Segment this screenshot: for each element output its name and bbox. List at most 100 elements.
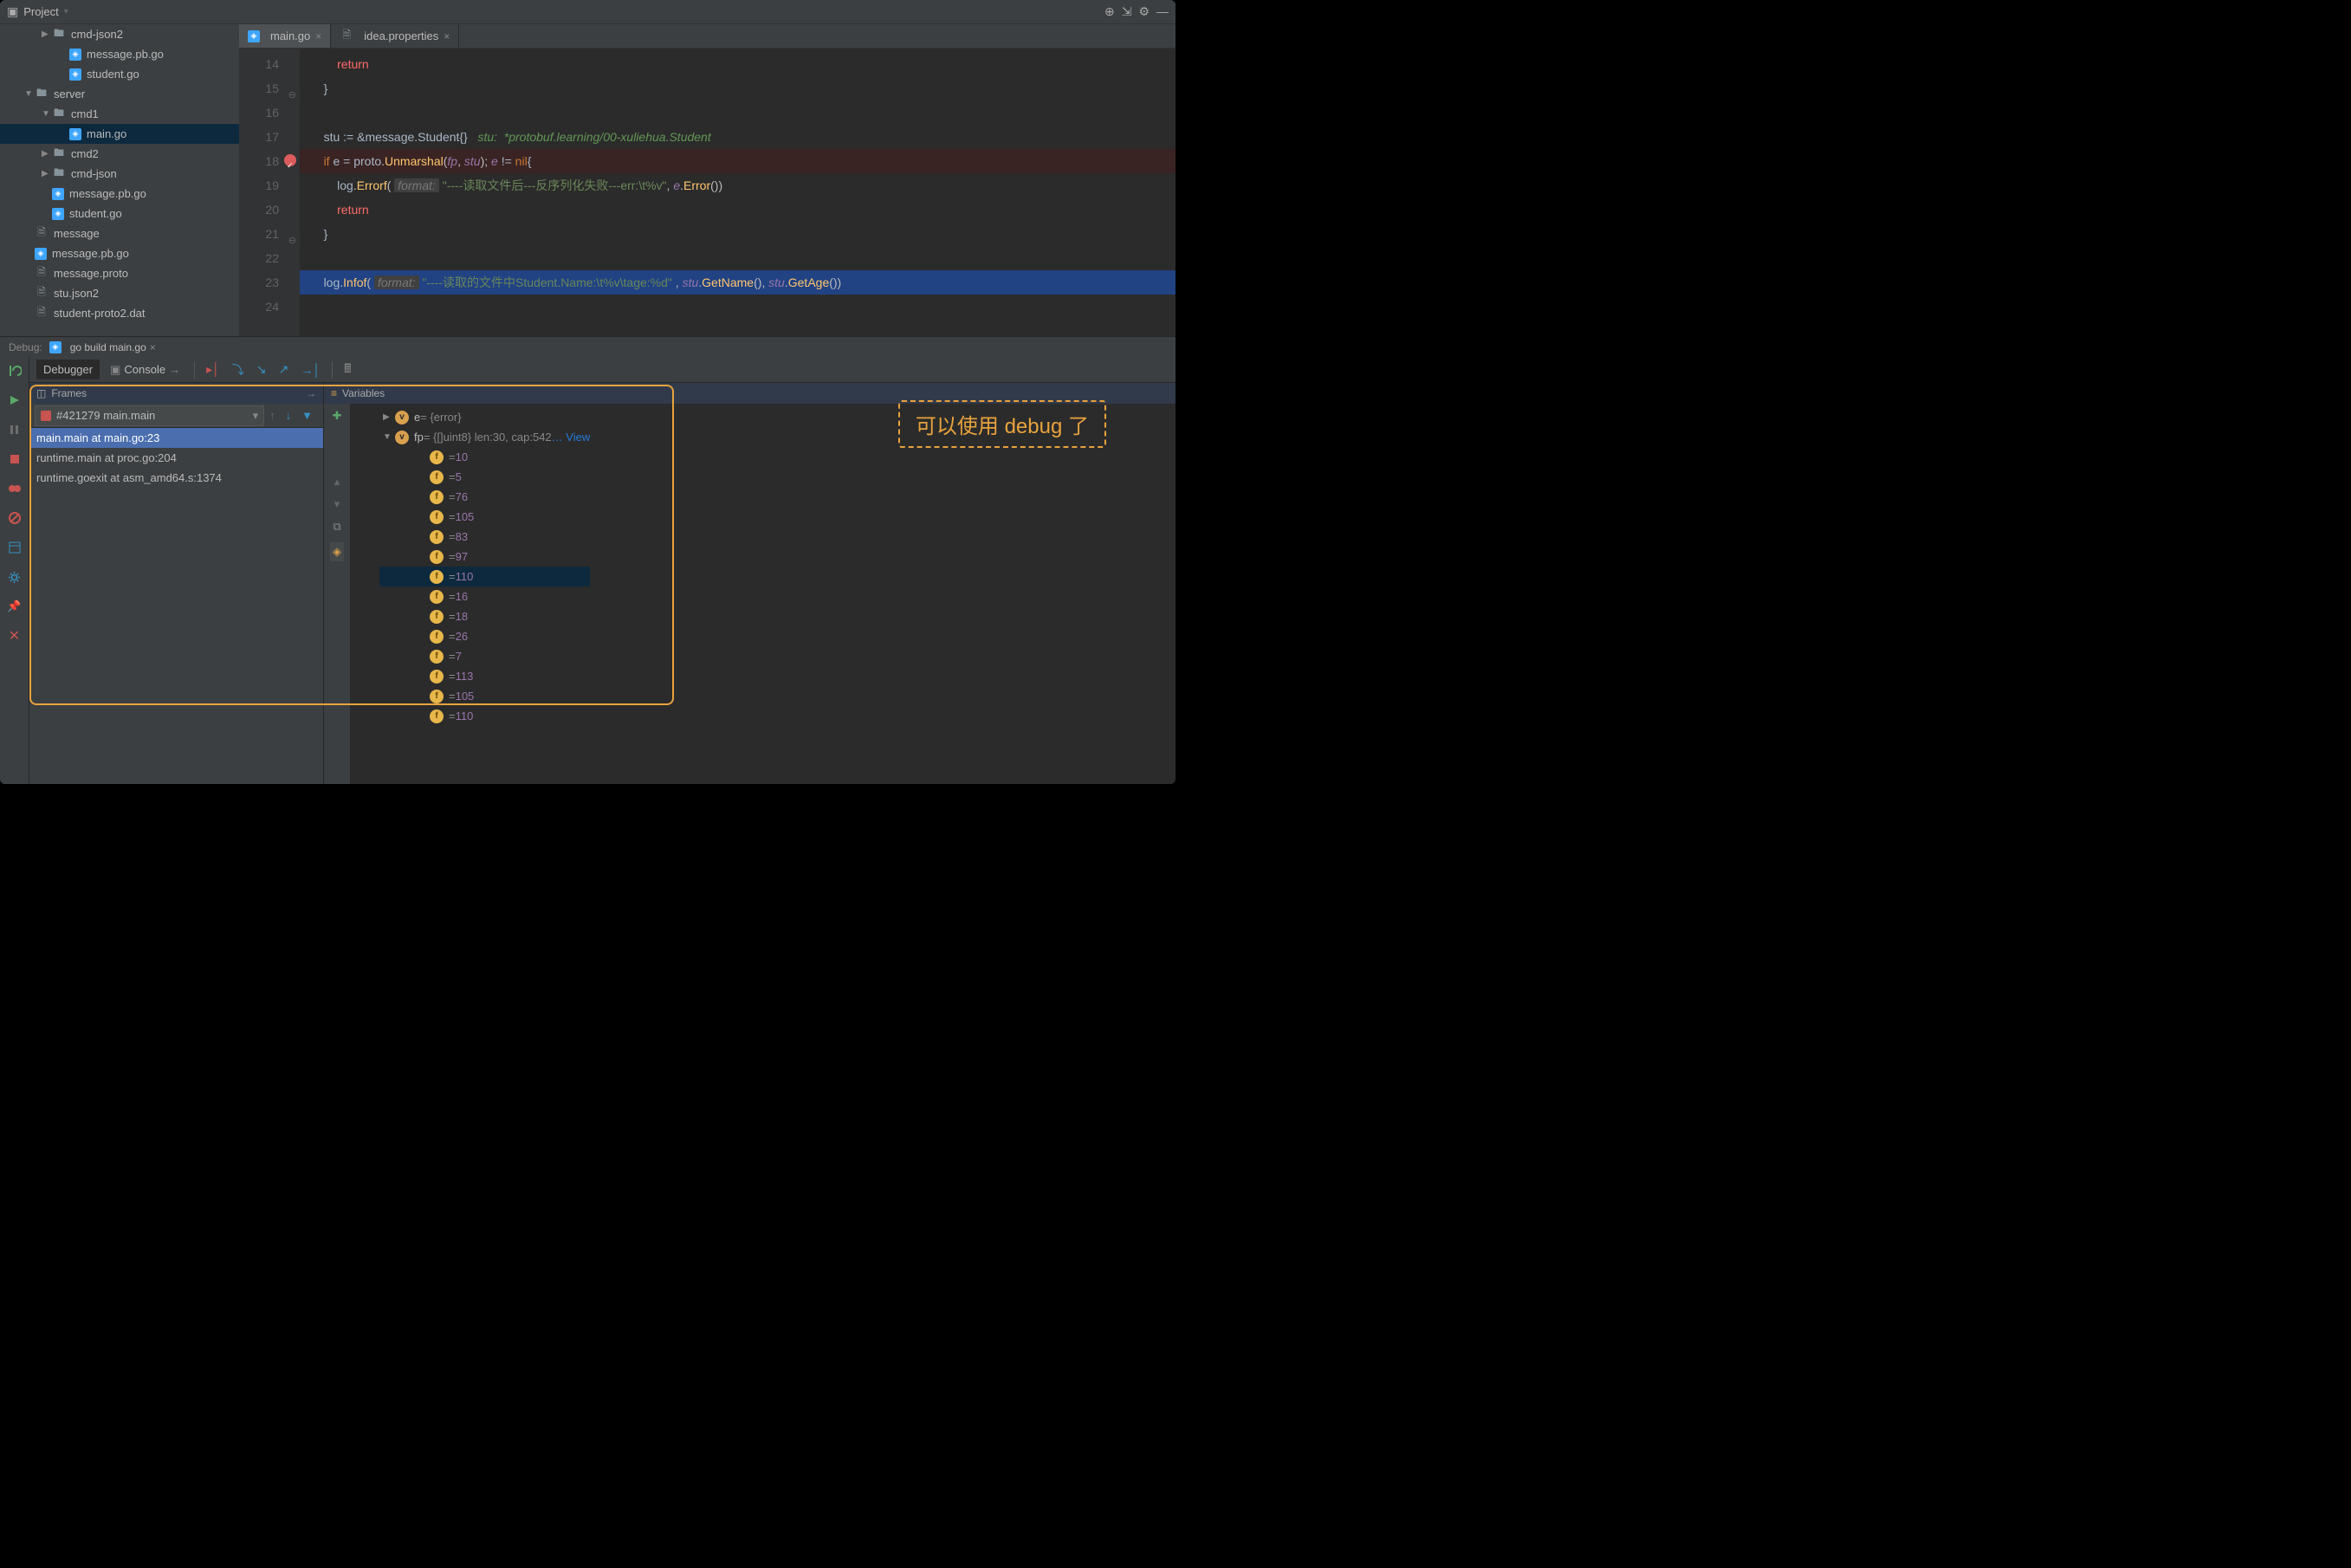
watches-icon[interactable]: ◈ xyxy=(330,542,344,561)
dropdown-icon[interactable]: ▾ xyxy=(64,7,68,16)
gutter-line[interactable]: 19 xyxy=(239,173,300,198)
variable-row[interactable]: f= 110 xyxy=(379,706,590,726)
tree-item[interactable]: ▶🖿cmd2 xyxy=(0,144,239,164)
variable-row[interactable]: ▼vfp = {[]uint8} len:30, cap:542 … View xyxy=(379,427,590,447)
variables-tree[interactable]: ▶ve = {error}▼vfp = {[]uint8} len:30, ca… xyxy=(376,404,593,784)
pin-button[interactable]: 📌 xyxy=(6,598,23,615)
breakpoint-icon[interactable] xyxy=(284,154,296,166)
step-into-icon[interactable]: ↘ xyxy=(252,362,271,377)
variable-row[interactable]: f= 110 xyxy=(379,567,590,586)
expand-arrow-icon[interactable]: ▶ xyxy=(42,149,52,159)
tab-console[interactable]: ▣Console → xyxy=(103,360,187,380)
thread-selector[interactable]: #421279 main.main ▾ ↑ ↓ ▼ xyxy=(29,404,323,428)
gutter-line[interactable]: 17 xyxy=(239,125,300,149)
variable-row[interactable]: ▶ve = {error} xyxy=(379,407,590,427)
next-frame-icon[interactable]: ↓ xyxy=(281,409,297,422)
up-icon[interactable]: ▴ xyxy=(334,475,340,489)
expand-icon[interactable]: ⇲ xyxy=(1122,4,1132,19)
evaluate-icon[interactable]: 🖩 xyxy=(340,360,355,380)
stack-frame[interactable]: runtime.goexit at asm_amd64.s:1374 xyxy=(29,468,323,488)
locate-icon[interactable]: ⊕ xyxy=(1104,4,1115,19)
editor-gutter[interactable]: 1415⊖161718192021⊖222324 xyxy=(239,49,300,336)
frames-more-icon[interactable]: → xyxy=(306,387,316,399)
view-breakpoints-button[interactable] xyxy=(6,480,23,497)
variable-row[interactable]: f= 76 xyxy=(379,487,590,507)
tree-item[interactable]: ◈message.pb.go xyxy=(0,44,239,64)
editor-code[interactable]: return } stu := &message.Student{} stu: … xyxy=(300,49,1176,336)
variable-row[interactable]: f= 105 xyxy=(379,686,590,706)
close-tab-icon[interactable]: × xyxy=(444,30,450,42)
tab-debugger[interactable]: Debugger xyxy=(36,360,100,379)
tree-item[interactable]: ▶🖿cmd-json xyxy=(0,164,239,184)
expand-arrow-icon[interactable]: ▼ xyxy=(24,89,35,99)
tree-item[interactable]: ▼🖿cmd1 xyxy=(0,104,239,124)
view-link[interactable]: … View xyxy=(552,431,591,444)
step-out-icon[interactable]: ↗ xyxy=(275,362,294,377)
chevron-down-icon[interactable]: ▾ xyxy=(253,409,259,423)
close-debug-button[interactable]: ✕ xyxy=(6,627,23,645)
expand-arrow-icon[interactable]: ▶ xyxy=(42,169,52,178)
project-icon[interactable]: ▣ xyxy=(7,4,18,19)
add-watch-icon[interactable]: ✚ xyxy=(333,409,342,423)
close-icon[interactable]: × xyxy=(150,341,156,353)
stack-frame[interactable]: main.main at main.go:23 xyxy=(29,428,323,448)
gear-icon[interactable]: ⚙ xyxy=(1138,4,1150,19)
close-tab-icon[interactable]: × xyxy=(315,30,321,42)
variable-row[interactable]: f= 105 xyxy=(379,507,590,527)
show-exec-point-icon[interactable]: ▸│ xyxy=(202,362,224,377)
frame-list[interactable]: main.main at main.go:23runtime.main at p… xyxy=(29,428,323,488)
tree-item[interactable]: ▼🖿server xyxy=(0,84,239,104)
gutter-line[interactable]: 20 xyxy=(239,198,300,222)
mute-breakpoints-button[interactable] xyxy=(6,509,23,527)
variable-row[interactable]: f= 83 xyxy=(379,527,590,547)
stop-button[interactable] xyxy=(6,450,23,468)
variable-row[interactable]: f= 7 xyxy=(379,646,590,666)
step-over-icon[interactable]: ⤵ xyxy=(228,361,249,379)
tree-item[interactable]: ◈message.pb.go xyxy=(0,184,239,204)
tree-item[interactable]: ◈student.go xyxy=(0,64,239,84)
prev-frame-icon[interactable]: ↑ xyxy=(264,409,281,422)
resume-button[interactable] xyxy=(6,392,23,409)
gutter-line[interactable]: 24 xyxy=(239,295,300,319)
variable-row[interactable]: f= 113 xyxy=(379,666,590,686)
variable-row[interactable]: f= 5 xyxy=(379,467,590,487)
stack-frame[interactable]: runtime.main at proc.go:204 xyxy=(29,448,323,468)
gutter-line[interactable]: 15⊖ xyxy=(239,76,300,100)
run-config-name[interactable]: go build main.go xyxy=(70,341,146,353)
expand-arrow-icon[interactable]: ▼ xyxy=(42,109,52,119)
expand-arrow-icon[interactable]: ▼ xyxy=(383,432,395,442)
rerun-button[interactable] xyxy=(6,362,23,379)
pause-button[interactable] xyxy=(6,421,23,438)
down-icon[interactable]: ▾ xyxy=(334,497,340,511)
tree-item[interactable]: 🗎message xyxy=(0,224,239,243)
project-tree[interactable]: ▶🖿cmd-json2◈message.pb.go◈student.go▼🖿se… xyxy=(0,24,239,336)
tree-item[interactable]: ◈main.go xyxy=(0,124,239,144)
tree-item[interactable]: 🗎stu.json2 xyxy=(0,283,239,303)
gutter-line[interactable]: 16 xyxy=(239,100,300,125)
variable-row[interactable]: f= 26 xyxy=(379,626,590,646)
editor-tab[interactable]: ◈main.go× xyxy=(239,24,331,48)
tree-item[interactable]: 🗎message.proto xyxy=(0,263,239,283)
variable-row[interactable]: f= 18 xyxy=(379,606,590,626)
tree-item[interactable]: ▶🖿cmd-json2 xyxy=(0,24,239,44)
copy-icon[interactable]: ⧉ xyxy=(333,520,340,534)
gutter-line[interactable]: 22 xyxy=(239,246,300,270)
tree-item[interactable]: 🗎student-proto2.dat xyxy=(0,303,239,323)
gutter-line[interactable]: 18 xyxy=(239,149,300,173)
variable-row[interactable]: f= 97 xyxy=(379,547,590,567)
filter-icon[interactable]: ▼ xyxy=(296,409,318,422)
hide-icon[interactable]: — xyxy=(1156,4,1169,19)
expand-arrow-icon[interactable]: ▶ xyxy=(383,412,395,422)
gutter-line[interactable]: 21⊖ xyxy=(239,222,300,246)
tree-item[interactable]: ◈message.pb.go xyxy=(0,243,239,263)
settings-button[interactable] xyxy=(6,568,23,586)
run-to-cursor-icon[interactable]: →│ xyxy=(296,363,325,377)
expand-arrow-icon[interactable]: ▶ xyxy=(42,29,52,39)
tree-item[interactable]: ◈student.go xyxy=(0,204,239,224)
variable-row[interactable]: f= 10 xyxy=(379,447,590,467)
variable-row[interactable]: f= 16 xyxy=(379,586,590,606)
gutter-line[interactable]: 14 xyxy=(239,52,300,76)
editor-tab[interactable]: 🗎idea.properties× xyxy=(331,24,459,48)
gutter-line[interactable]: 23 xyxy=(239,270,300,295)
layout-button[interactable] xyxy=(6,539,23,556)
